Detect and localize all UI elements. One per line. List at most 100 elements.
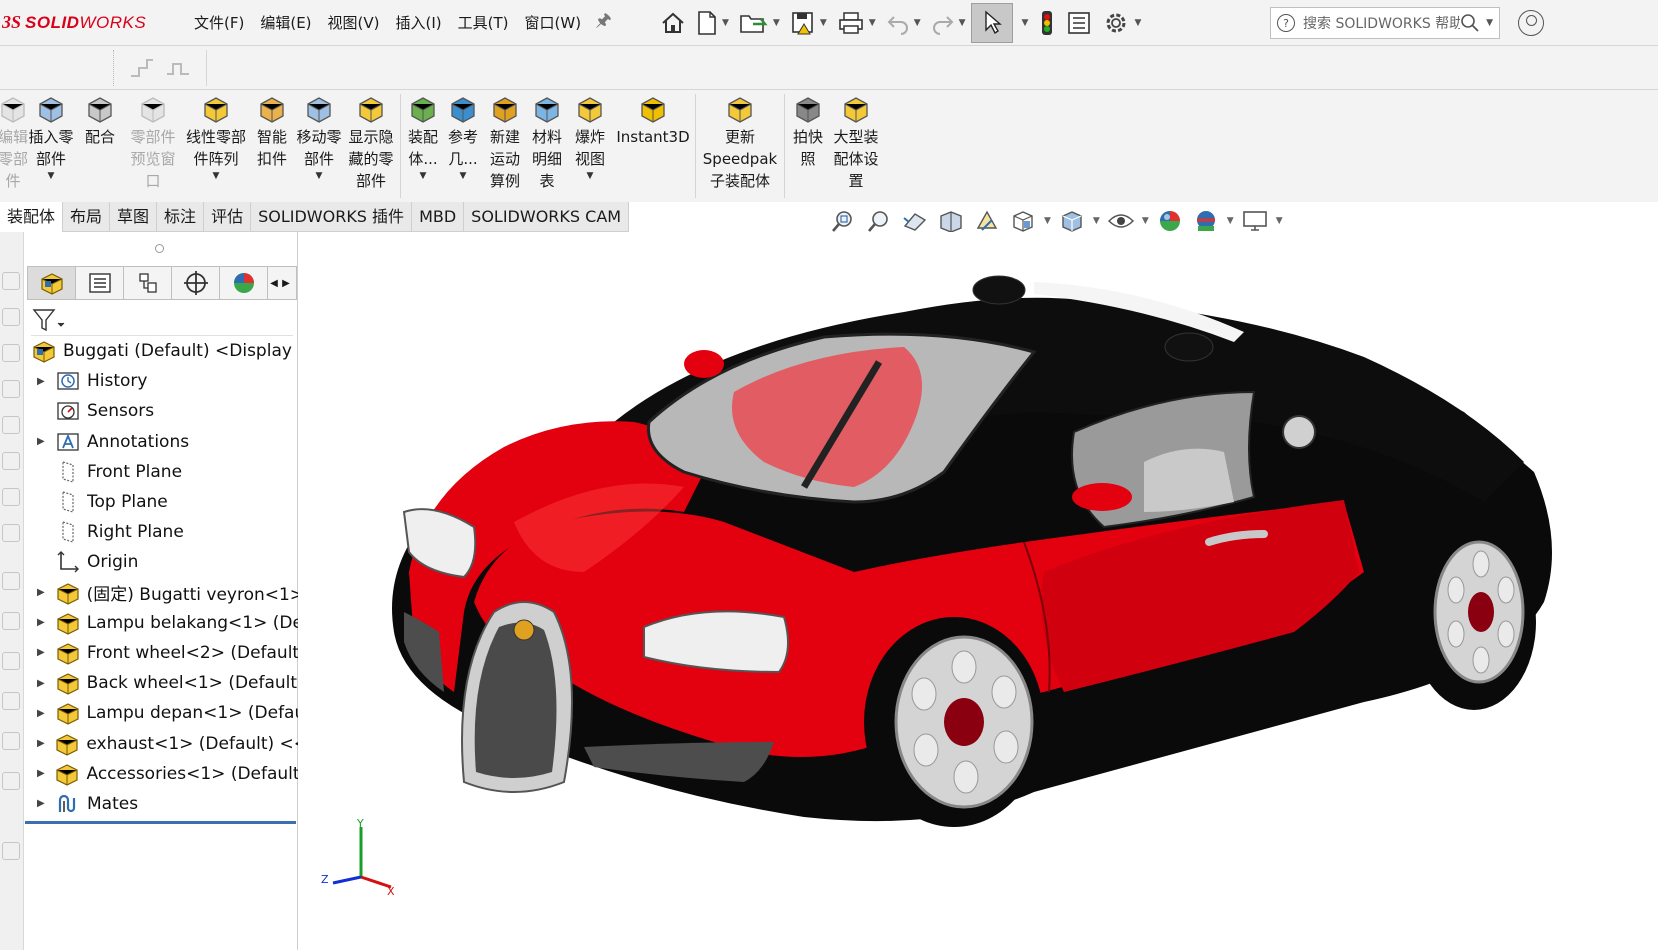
edit-appearance-button[interactable] (1155, 207, 1185, 235)
search-input[interactable]: 搜索 SOLIDWORKS 帮助 (1303, 13, 1460, 33)
tool-icon[interactable] (2, 524, 20, 542)
tool-icon[interactable] (2, 652, 20, 670)
tool-icon[interactable] (2, 272, 20, 290)
menu-tools[interactable]: 工具(T) (450, 0, 517, 46)
cmd-tool-8[interactable]: 装配 体... ▼ (403, 90, 443, 202)
tool-icon[interactable] (2, 488, 20, 506)
tree-item[interactable]: Front Plane (25, 457, 298, 487)
chevron-down-icon[interactable]: ▼ (48, 170, 55, 182)
cmd-tool-6[interactable]: 移动零 部件 ▼ (294, 90, 344, 202)
hide-show-items-button[interactable] (1106, 207, 1136, 235)
cmd-tool-10[interactable]: 新建 运动 算例 (483, 90, 527, 202)
options-button[interactable]: ▼ (1097, 3, 1146, 43)
chevron-down-icon[interactable]: ▼ (1276, 216, 1283, 226)
tool-icon[interactable] (2, 344, 20, 362)
tree-filter[interactable] (31, 304, 293, 336)
new-document-button[interactable]: ▼ (691, 3, 734, 43)
chevron-down-icon[interactable]: ▼ (460, 170, 467, 182)
zoom-to-area-button[interactable] (864, 207, 894, 235)
chevron-down-icon[interactable]: ▼ (869, 18, 876, 28)
menu-view[interactable]: 视图(V) (320, 0, 388, 46)
tab-evaluate[interactable]: 评估 (204, 202, 252, 232)
solidworks-logo[interactable]: 3S SOLIDWORKS (0, 0, 180, 46)
tree-item[interactable]: Sensors (25, 396, 298, 426)
tool-icon[interactable] (2, 732, 20, 750)
expand-arrow-icon[interactable]: ▶ (37, 647, 51, 658)
expand-arrow-icon[interactable]: ▶ (37, 587, 51, 598)
cmd-tool-3[interactable]: 零部件 预览窗口 (124, 90, 182, 202)
panel-grip[interactable] (155, 244, 164, 253)
tool-icon[interactable] (2, 452, 20, 470)
tree-item[interactable]: Top Plane (25, 487, 298, 517)
save-button[interactable]: ▼ (785, 3, 832, 43)
chevron-down-icon[interactable]: ▼ (773, 18, 780, 28)
section-view-button[interactable] (936, 207, 966, 235)
tree-item[interactable]: ▶ Mates (25, 789, 298, 819)
expand-arrow-icon[interactable]: ▶ (37, 738, 50, 749)
tool-icon[interactable] (2, 772, 20, 790)
tab-solidworks-cam[interactable]: SOLIDWORKS CAM (464, 202, 630, 232)
zoom-to-fit-button[interactable] (828, 207, 858, 235)
cmd-tool-5[interactable]: 智能 扣件 (250, 90, 294, 202)
view-settings-button[interactable] (1240, 207, 1270, 235)
select-button[interactable] (970, 3, 1013, 43)
expand-arrow-icon[interactable]: ▶ (37, 768, 50, 779)
tree-item[interactable]: ▶ History (25, 366, 298, 396)
tab-layout[interactable]: 布局 (63, 202, 111, 232)
open-button[interactable]: ▼ (734, 3, 785, 43)
cmd-tool-12[interactable]: 爆炸 视图 ▼ (567, 90, 613, 202)
chevron-down-icon[interactable]: ▼ (1486, 18, 1493, 28)
tool-icon[interactable] (2, 612, 20, 630)
chevron-right-icon[interactable]: ▶ (280, 267, 292, 299)
cmd-tool-2[interactable]: 配合 (76, 90, 124, 202)
cmd-tool-15[interactable]: 拍快照 (787, 90, 829, 202)
chevron-down-icon[interactable]: ▼ (820, 18, 827, 28)
tree-item[interactable]: ▶ Accessories<1> (Default) (25, 759, 298, 789)
tree-item[interactable]: ▶ (固定) Bugatti veyron<1> (25, 578, 298, 608)
select-dropdown[interactable]: ▼ (1013, 3, 1034, 43)
chevron-down-icon[interactable]: ▼ (1093, 216, 1100, 226)
expand-arrow-icon[interactable]: ▶ (37, 678, 51, 689)
chevron-down-icon[interactable]: ▼ (722, 18, 729, 28)
dynamic-annotation-button[interactable] (972, 207, 1002, 235)
tree-item[interactable]: Right Plane (25, 517, 298, 547)
step-icon[interactable] (129, 56, 155, 80)
home-button[interactable] (655, 3, 691, 43)
search-box[interactable]: ? 搜索 SOLIDWORKS 帮助 ▼ (1270, 7, 1500, 39)
tree-item[interactable]: ▶ Front wheel<2> (Default (25, 638, 298, 668)
expand-arrow-icon[interactable]: ▶ (37, 798, 51, 809)
display-style-button[interactable] (1057, 207, 1087, 235)
pin-icon[interactable]: 🖈 (595, 8, 612, 38)
user-account-icon[interactable] (1518, 10, 1544, 36)
tool-icon[interactable] (2, 842, 20, 860)
tree-item[interactable]: ▶ Annotations (25, 427, 298, 457)
rebuild-button[interactable] (1033, 3, 1061, 43)
cmd-tool-7[interactable]: 显示隐 藏的零 部件 (344, 90, 398, 202)
search-icon[interactable] (1460, 13, 1480, 33)
expand-arrow-icon[interactable]: ▶ (37, 617, 51, 628)
cmd-tool-13[interactable]: Instant3D (613, 90, 693, 202)
rollback-bar[interactable] (25, 821, 296, 824)
pulse-icon[interactable] (165, 56, 191, 80)
undo-button[interactable]: ▼ (881, 3, 926, 43)
previous-view-button[interactable] (900, 207, 930, 235)
tree-item[interactable]: ▶ Lampu belakang<1> (De (25, 608, 298, 638)
displaymanager-tab[interactable] (220, 267, 268, 299)
tab-solidworks-addins[interactable]: SOLIDWORKS 插件 (251, 202, 413, 232)
tree-root-assembly[interactable]: Buggati (Default) <Display St (25, 336, 298, 366)
tab-sketch[interactable]: 草图 (110, 202, 158, 232)
chevron-down-icon[interactable]: ▼ (316, 170, 323, 182)
dimxpert-tab[interactable] (172, 267, 220, 299)
cmd-tool-1[interactable]: 插入零 部件 ▼ (26, 90, 76, 202)
file-properties-button[interactable] (1061, 3, 1097, 43)
chevron-down-icon[interactable]: ▼ (1142, 216, 1149, 226)
expand-arrow-icon[interactable]: ▶ (37, 436, 51, 447)
cmd-tool-14[interactable]: 更新 Speedpak 子装配体 (698, 90, 782, 202)
tab-assembly[interactable]: 装配体 (0, 202, 64, 232)
menu-insert[interactable]: 插入(I) (388, 0, 450, 46)
tool-icon[interactable] (2, 380, 20, 398)
bugatti-3d-model[interactable] (384, 272, 1574, 842)
chevron-left-icon[interactable]: ◀ (268, 267, 280, 299)
tool-icon[interactable] (2, 572, 20, 590)
redo-button[interactable]: ▼ (926, 3, 971, 43)
